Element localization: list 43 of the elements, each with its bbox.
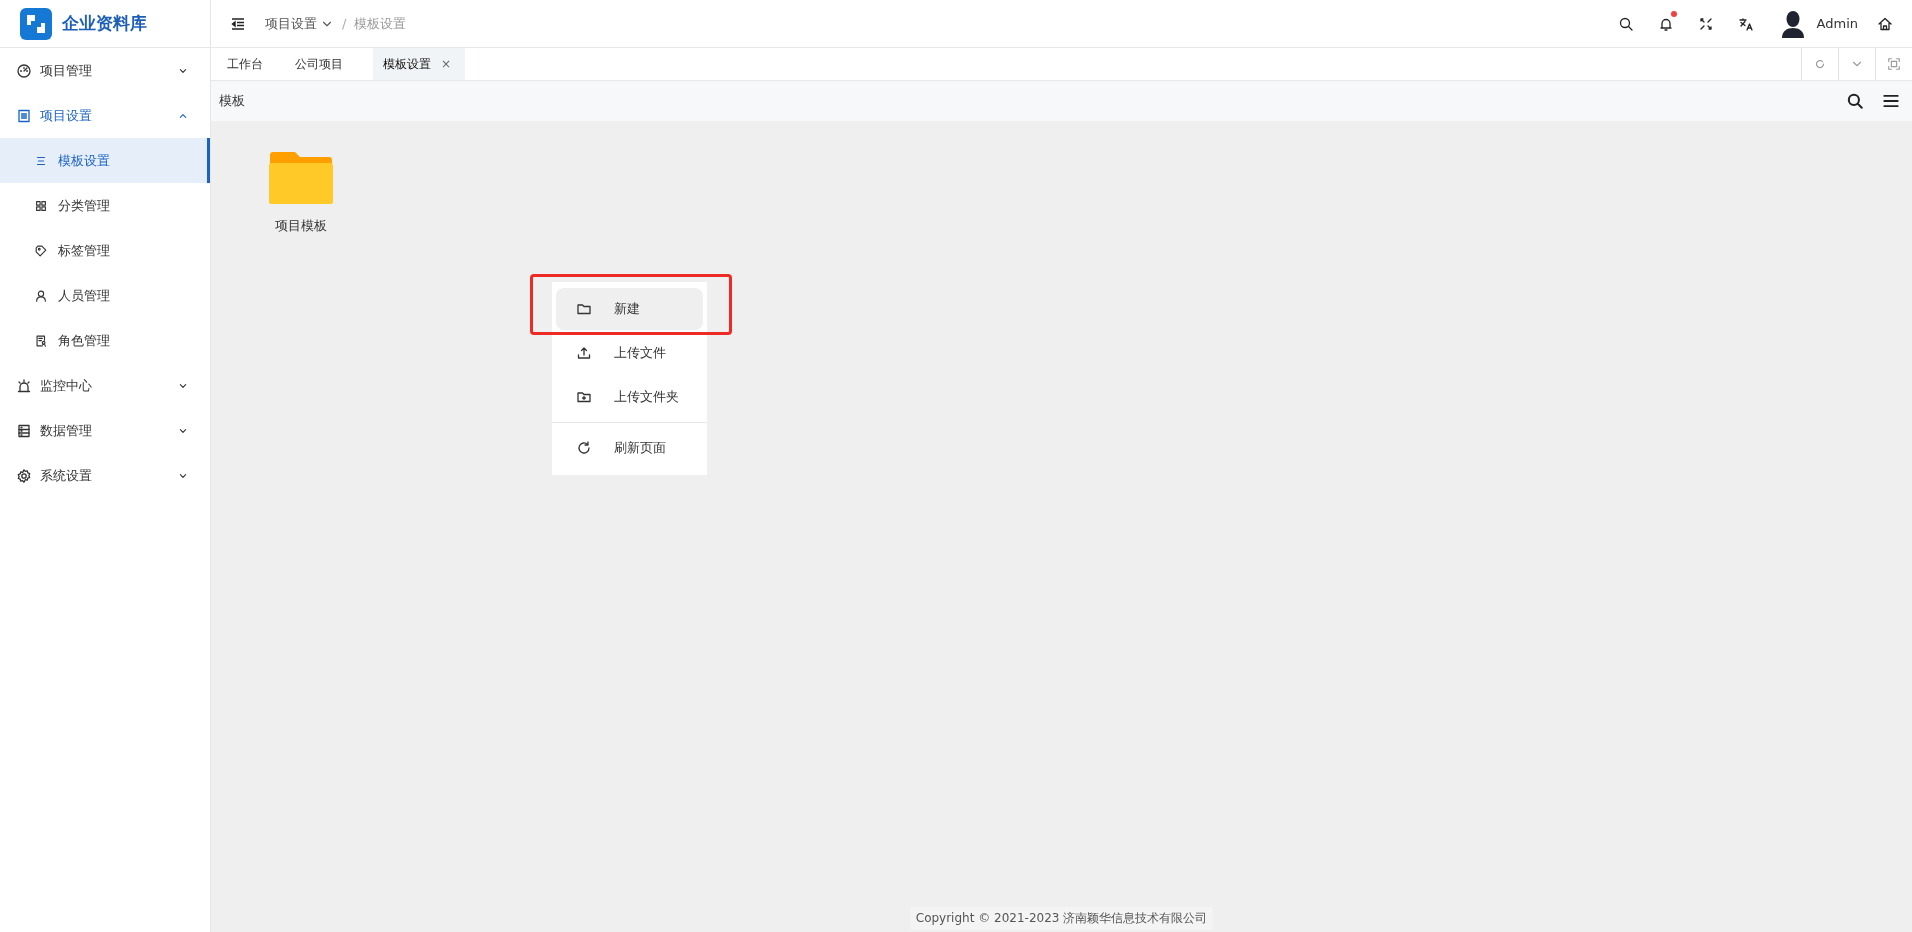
tab[interactable]: 工作台	[211, 48, 279, 80]
refresh-icon	[1813, 57, 1827, 71]
settings-icon	[16, 467, 32, 484]
avatar-icon[interactable]	[1780, 9, 1805, 38]
gauge-icon	[16, 62, 32, 79]
copyright-text: Copyright © 2021-2023 济南颖华信息技术有限公司	[909, 907, 1214, 930]
sidebar-item[interactable]: 项目管理	[0, 48, 210, 93]
close-icon[interactable]: ×	[441, 57, 452, 71]
logo-icon	[20, 7, 52, 40]
sidebar-subitem[interactable]: 标签管理	[0, 228, 210, 273]
app-name: 企业资料库	[62, 12, 147, 35]
sidebar-subitem[interactable]: 分类管理	[0, 183, 210, 228]
sidebar-item[interactable]: 项目设置	[0, 93, 210, 138]
breadcrumb-link[interactable]: 项目设置	[265, 14, 334, 33]
menu-item[interactable]: 新建	[556, 288, 703, 330]
database-icon	[16, 422, 32, 439]
sidebar-item[interactable]: 系统设置	[0, 453, 210, 498]
grid-icon	[34, 198, 48, 213]
folder-icon	[576, 301, 592, 317]
sidebar-subitem[interactable]: 角色管理	[0, 318, 210, 363]
sidebar-item[interactable]: 数据管理	[0, 408, 210, 453]
sidebar-subitem[interactable]: 模板设置	[0, 138, 210, 183]
sidebar-subitem[interactable]: 人员管理	[0, 273, 210, 318]
folder-name[interactable]: 项目模板	[275, 217, 327, 235]
tag-icon	[34, 243, 48, 258]
id-document-icon	[34, 333, 48, 348]
breadcrumb-current: 模板设置	[354, 14, 407, 33]
menu-item[interactable]: 上传文件夹	[556, 376, 703, 418]
refresh-icon	[576, 440, 592, 456]
tab[interactable]: 公司项目	[279, 48, 359, 80]
document-icon	[16, 107, 32, 124]
user-name[interactable]: Admin	[1816, 16, 1858, 31]
folder-plus-icon	[576, 389, 592, 405]
alarm-icon	[16, 377, 32, 394]
maximize-icon	[1887, 57, 1901, 71]
menu-item[interactable]: 上传文件	[556, 332, 703, 374]
menu-item[interactable]: 刷新页面	[556, 427, 703, 469]
sidebar-item[interactable]: 监控中心	[0, 363, 210, 408]
breadcrumb-separator: /	[342, 16, 347, 31]
upload-icon	[576, 345, 592, 361]
toolbar-title: 模板	[219, 92, 246, 110]
person-icon	[34, 288, 48, 303]
tab[interactable]: 模板设置 ×	[373, 48, 466, 80]
